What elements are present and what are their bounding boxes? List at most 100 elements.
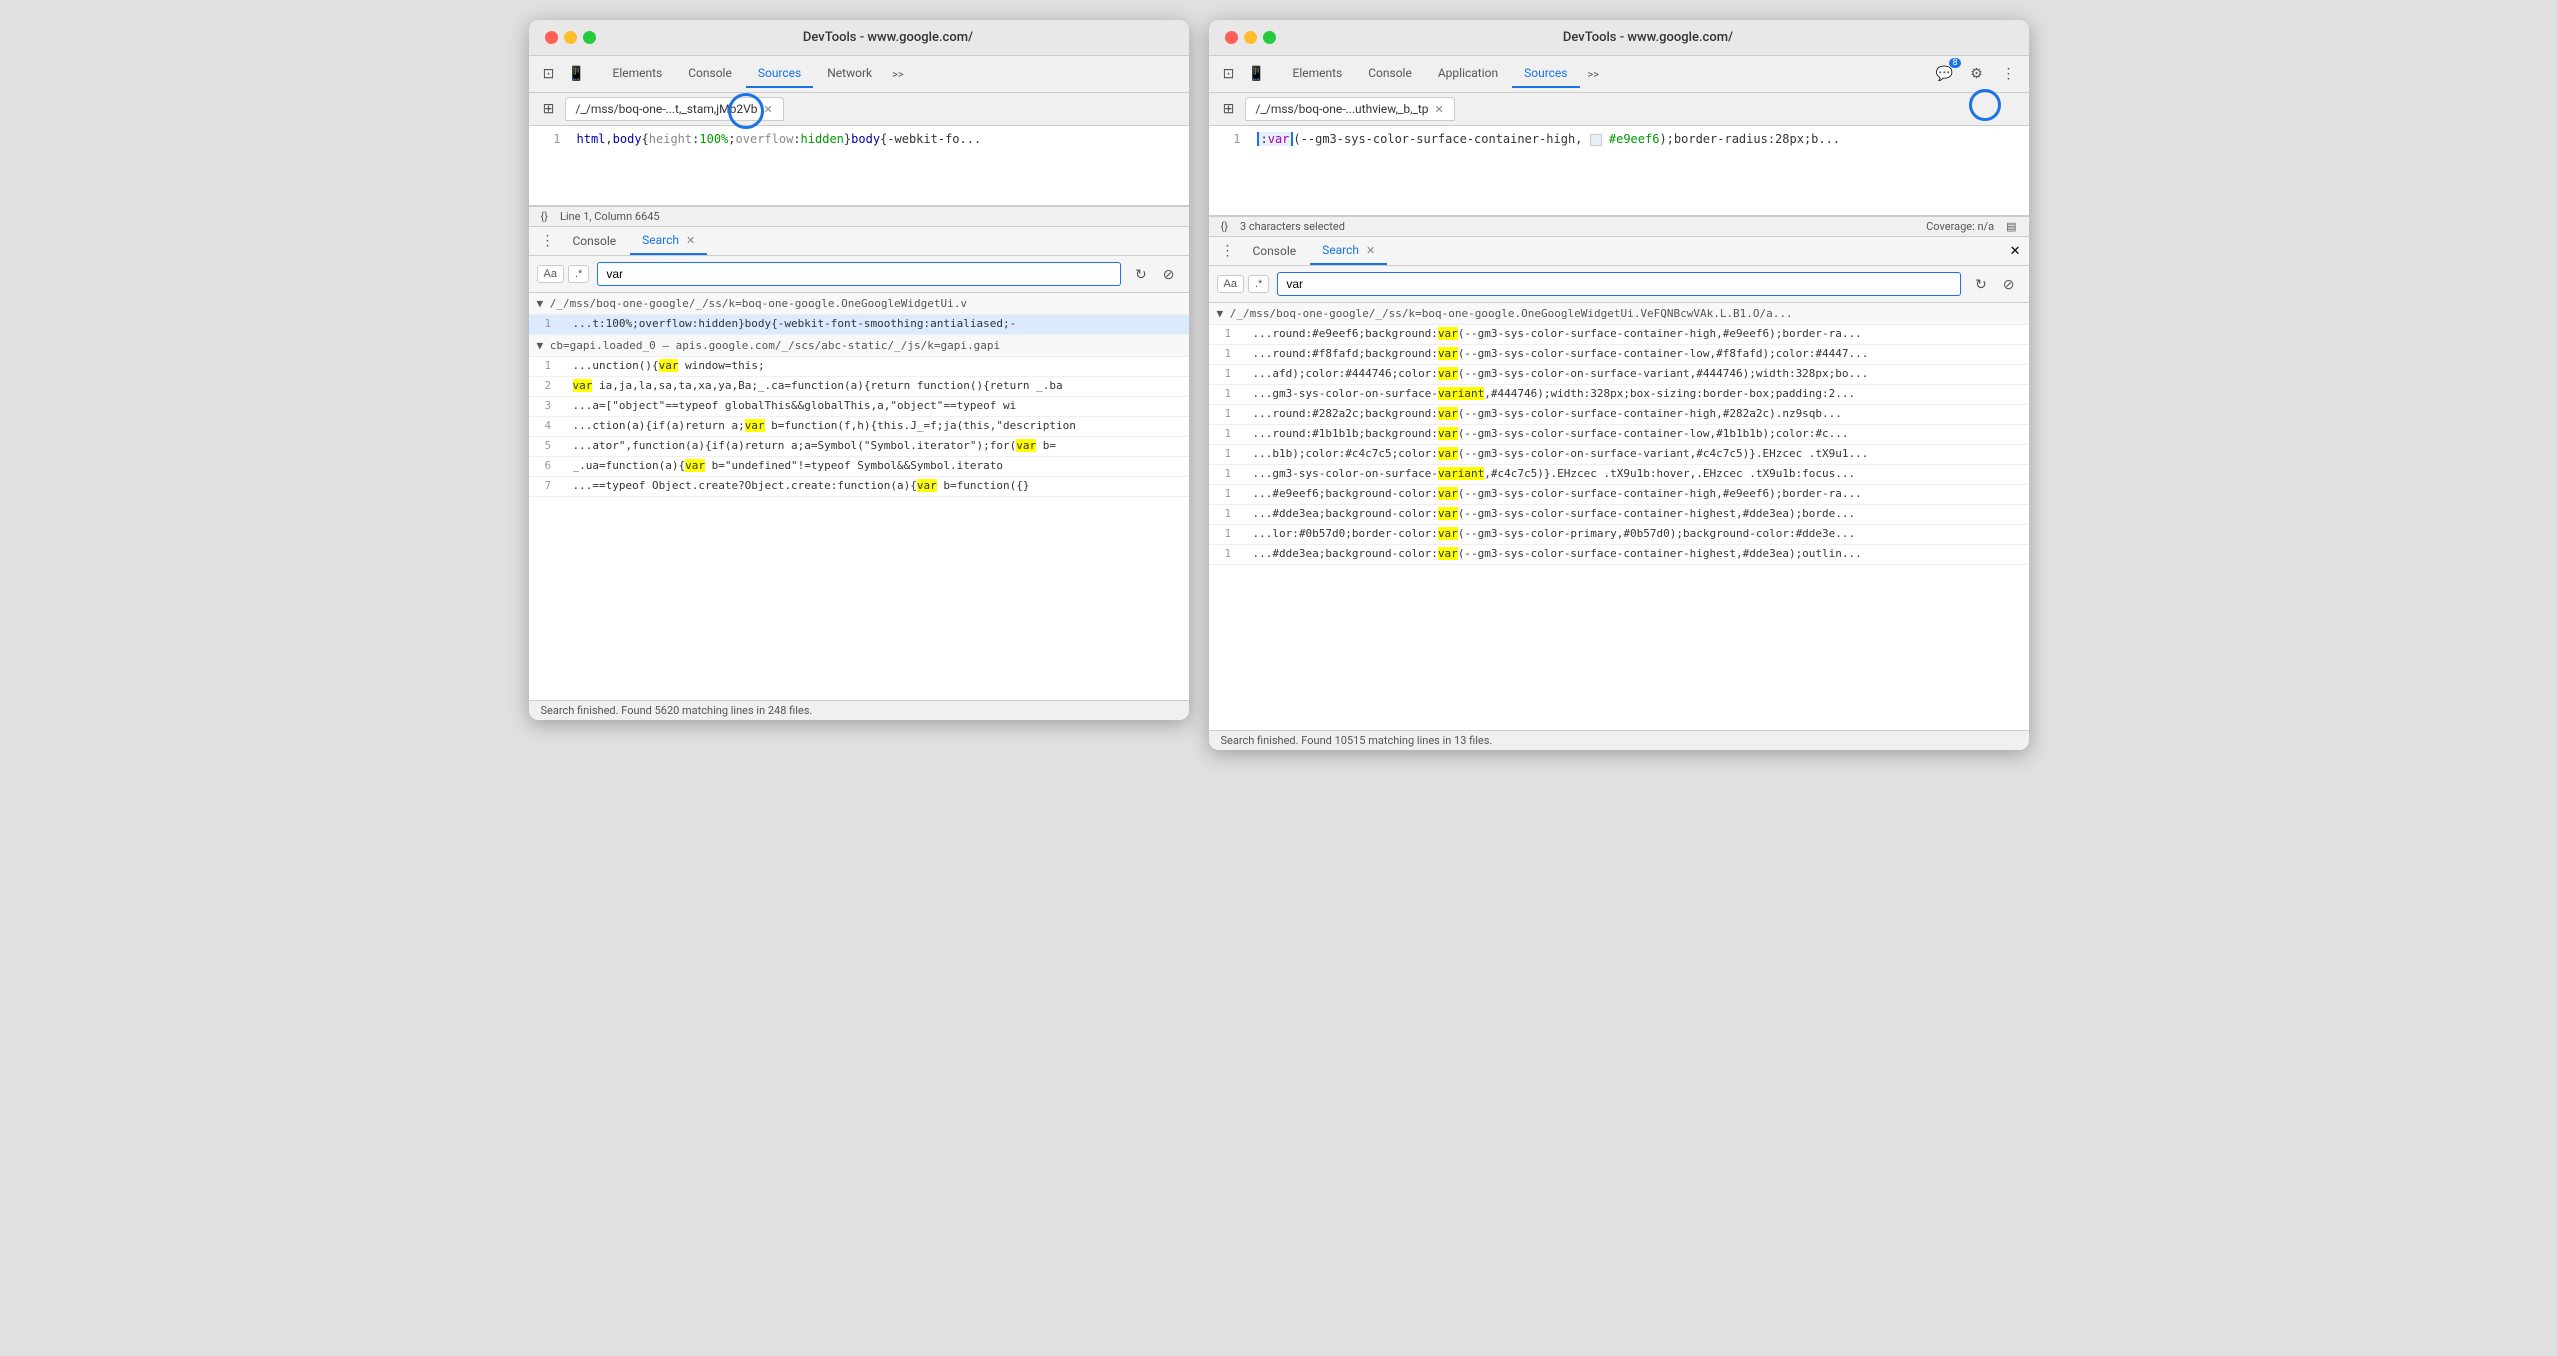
left-search-footer: Search finished. Found 5620 matching lin…	[529, 700, 1189, 720]
right-result-row-5[interactable]: 1 ...round:#282a2c;background:var(--gm3-…	[1209, 405, 2029, 425]
right-result-row-12[interactable]: 1 ...#dde3ea;background-color:var(--gm3-…	[1209, 545, 2029, 565]
device-icon[interactable]: 📱	[565, 62, 589, 86]
left-result-row-2-6[interactable]: 6 _.ua=function(a){var b="undefined"!=ty…	[529, 457, 1189, 477]
left-tab-bar: Elements Console Sources Network >>	[593, 60, 918, 88]
left-result-file-2[interactable]: ▼ cb=gapi.loaded_0 — apis.google.com/_/s…	[529, 335, 1189, 357]
right-file-tab-close[interactable]: ✕	[1435, 103, 1444, 116]
left-window-title: DevTools - www.google.com/	[604, 30, 1173, 45]
right-tab-application[interactable]: Application	[1426, 60, 1510, 88]
right-search-close[interactable]: ✕	[1366, 244, 1375, 257]
right-file-tab[interactable]: /_/mss/boq-one-...uthview,_b,_tp ✕	[1245, 97, 1455, 121]
right-coverage-icon: ▤	[2006, 220, 2016, 233]
right-settings-icon[interactable]: ⚙	[1965, 62, 1989, 86]
annotation-circle-right	[1969, 89, 2001, 121]
left-search-bar: Aa .* ↻ ⊘	[529, 256, 1189, 293]
tab-more[interactable]: >>	[886, 64, 910, 85]
right-search-input[interactable]	[1277, 272, 1961, 296]
right-tab-console[interactable]: Console	[1356, 60, 1424, 88]
right-panel-menu-icon[interactable]: ⋮	[1217, 237, 1239, 265]
left-file-tab-close[interactable]: ✕	[763, 103, 772, 116]
left-result-row-2-7[interactable]: 7 ...==typeof Object.create?Object.creat…	[529, 477, 1189, 497]
right-more-icon[interactable]: ⋮	[1997, 62, 2021, 86]
right-result-row-10[interactable]: 1 ...#dde3ea;background-color:var(--gm3-…	[1209, 505, 2029, 525]
right-file-tab-name: /_/mss/boq-one-...uthview,_b,_tp	[1256, 102, 1429, 116]
right-tab-elements[interactable]: Elements	[1281, 60, 1355, 88]
color-swatch	[1590, 134, 1602, 146]
right-file-tab-bar: ⊞ /_/mss/boq-one-...uthview,_b,_tp ✕	[1209, 93, 2029, 126]
right-bracket-icon: {}	[1221, 220, 1228, 233]
code-line-1: 1 html,body{height:100%;overflow:hidden}…	[529, 126, 1189, 152]
right-minimize-button[interactable]	[1244, 31, 1257, 44]
right-result-row-9[interactable]: 1 ...#e9eef6;background-color:var(--gm3-…	[1209, 485, 2029, 505]
right-code-line-1: 1 :var(--gm3-sys-color-surface-container…	[1209, 126, 2029, 152]
tab-network[interactable]: Network	[815, 60, 884, 88]
left-result-row-2-3[interactable]: 3 ...a=["object"==typeof globalThis&&glo…	[529, 397, 1189, 417]
right-refresh-btn[interactable]: ↻	[1969, 274, 1993, 295]
tab-elements[interactable]: Elements	[601, 60, 675, 88]
right-sidebar-toggle-icon[interactable]: ⊞	[1217, 97, 1241, 121]
sidebar-toggle-icon[interactable]: ⊞	[537, 97, 561, 121]
left-regex-btn[interactable]: .*	[568, 265, 589, 283]
right-traffic-lights	[1225, 31, 1276, 44]
right-panel-tab-bar: ⋮ Console Search ✕ ✕	[1209, 237, 2029, 266]
right-result-row-2[interactable]: 1 ...round:#f8fafd;background:var(--gm3-…	[1209, 345, 2029, 365]
left-refresh-btn[interactable]: ↻	[1129, 264, 1153, 285]
left-traffic-lights	[545, 31, 596, 44]
right-result-row-4[interactable]: 1 ...gm3-sys-color-on-surface-variant,#4…	[1209, 385, 2029, 405]
right-maximize-button[interactable]	[1263, 31, 1276, 44]
annotation-circle-left	[728, 93, 764, 129]
left-search-results: ▼ /_/mss/boq-one-google/_/ss/k=boq-one-g…	[529, 293, 1189, 700]
right-result-row-7[interactable]: 1 ...b1b);color:#c4c7c5;color:var(--gm3-…	[1209, 445, 2029, 465]
right-regex-btn[interactable]: .*	[1248, 275, 1269, 293]
right-device-icon[interactable]: 📱	[1245, 62, 1269, 86]
left-search-input[interactable]	[597, 262, 1121, 286]
right-panel-close-btn[interactable]: ✕	[2010, 244, 2021, 259]
right-result-file[interactable]: ▼ /_/mss/boq-one-google/_/ss/k=boq-one-g…	[1209, 303, 2029, 325]
right-tab-more[interactable]: >>	[1582, 64, 1606, 85]
maximize-button[interactable]	[583, 31, 596, 44]
right-window-title: DevTools - www.google.com/	[1284, 30, 2013, 45]
right-close-button[interactable]	[1225, 31, 1238, 44]
right-search-input-wrap	[1277, 272, 1961, 296]
right-search-actions: ↻ ⊘	[1969, 274, 2020, 295]
left-result-row-2-4[interactable]: 4 ...ction(a){if(a)return a;var b=functi…	[529, 417, 1189, 437]
right-case-sensitive-btn[interactable]: Aa	[1217, 275, 1244, 293]
right-result-row-8[interactable]: 1 ...gm3-sys-color-on-surface-variant,#c…	[1209, 465, 2029, 485]
var-highlight-box: :var	[1257, 132, 1294, 146]
right-search-options: Aa .*	[1217, 275, 1270, 293]
minimize-button[interactable]	[564, 31, 577, 44]
left-result-row-2-2[interactable]: 2 var ia,ja,la,sa,ta,xa,ya,Ba;_.ca=funct…	[529, 377, 1189, 397]
right-panel-tab-console[interactable]: Console	[1241, 238, 1309, 264]
left-case-sensitive-btn[interactable]: Aa	[537, 265, 564, 283]
right-result-row-11[interactable]: 1 ...lor:#0b57d0;border-color:var(--gm3-…	[1209, 525, 2029, 545]
right-toolbar-right: 💬 8 ⚙ ⋮	[1933, 62, 2021, 86]
left-file-tab-bar: ⊞ /_/mss/boq-one-...t,_stam,jMb2Vb ✕	[529, 93, 1189, 126]
left-search-options: Aa .*	[537, 265, 590, 283]
left-result-row-1-1[interactable]: 1 ...t:100%;overflow:hidden}body{-webkit…	[529, 315, 1189, 335]
right-toolbar: ⊡ 📱 Elements Console Application Sources…	[1209, 56, 2029, 93]
right-inspect-icon[interactable]: ⊡	[1217, 62, 1241, 86]
left-result-file-1[interactable]: ▼ /_/mss/boq-one-google/_/ss/k=boq-one-g…	[529, 293, 1189, 315]
tab-console[interactable]: Console	[676, 60, 744, 88]
right-tab-bar: Elements Console Application Sources >>	[1273, 60, 1614, 88]
left-panel-tab-search[interactable]: Search ✕	[630, 227, 707, 255]
right-clear-btn[interactable]: ⊘	[1997, 274, 2021, 295]
left-result-row-2-5[interactable]: 5 ...ator",function(a){if(a)return a;a=S…	[529, 437, 1189, 457]
right-chat-icon[interactable]: 💬 8	[1933, 62, 1957, 86]
right-title-bar: DevTools - www.google.com/	[1209, 20, 2029, 56]
left-clear-btn[interactable]: ⊘	[1157, 264, 1181, 285]
tab-sources[interactable]: Sources	[746, 60, 813, 88]
left-devtools-window: DevTools - www.google.com/ ⊡ 📱 Elements …	[529, 20, 1189, 720]
left-result-row-2-1[interactable]: 1 ...unction(){var window=this;	[529, 357, 1189, 377]
inspect-icon[interactable]: ⊡	[537, 62, 561, 86]
left-search-actions: ↻ ⊘	[1129, 264, 1180, 285]
right-tab-sources[interactable]: Sources	[1512, 60, 1579, 88]
left-panel-menu-icon[interactable]: ⋮	[537, 227, 559, 255]
right-result-row-3[interactable]: 1 ...afd);color:#444746;color:var(--gm3-…	[1209, 365, 2029, 385]
left-search-close[interactable]: ✕	[686, 234, 695, 247]
right-result-row-1[interactable]: 1 ...round:#e9eef6;background:var(--gm3-…	[1209, 325, 2029, 345]
close-button[interactable]	[545, 31, 558, 44]
right-panel-tab-search[interactable]: Search ✕	[1310, 237, 1387, 265]
right-result-row-6[interactable]: 1 ...round:#1b1b1b;background:var(--gm3-…	[1209, 425, 2029, 445]
left-panel-tab-console[interactable]: Console	[561, 228, 629, 254]
